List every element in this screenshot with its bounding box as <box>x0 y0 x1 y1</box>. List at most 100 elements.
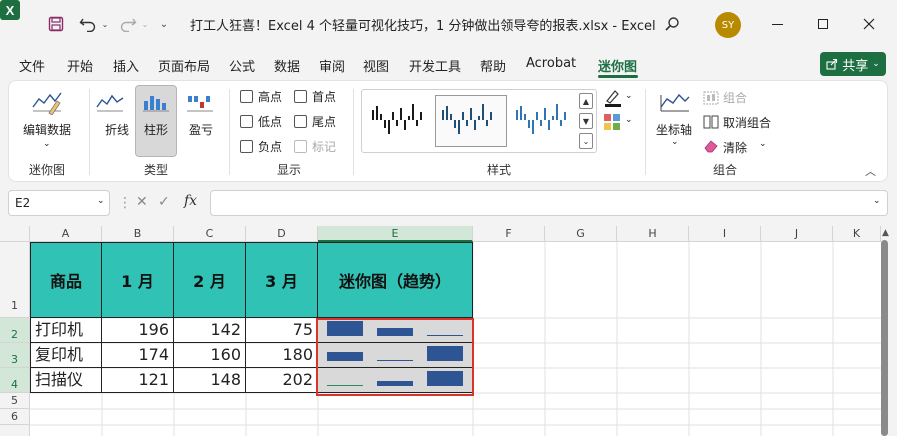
gallery-down-button[interactable]: ▼ <box>579 113 593 129</box>
cell-value[interactable]: 160 <box>174 343 246 368</box>
tab-sparkline[interactable]: 迷你图 <box>598 56 637 75</box>
ungroup-button[interactable]: 取消组合 <box>723 114 771 131</box>
undo-dropdown-icon[interactable]: ⌄ <box>98 12 112 36</box>
tab-insert[interactable]: 插入 <box>113 56 139 75</box>
tab-page-layout[interactable]: 页面布局 <box>158 56 210 75</box>
column-header[interactable]: H <box>617 226 689 242</box>
cell-product[interactable]: 打印机 <box>30 318 102 343</box>
cancel-formula-icon[interactable]: ✕ <box>136 194 148 210</box>
winloss-type-button[interactable]: 盈亏 <box>189 121 213 138</box>
tab-help[interactable]: 帮助 <box>480 56 506 75</box>
redo-dropdown-icon[interactable]: ⌄ <box>138 12 152 36</box>
tab-home[interactable]: 开始 <box>67 56 93 75</box>
formula-input[interactable]: ⌄ <box>210 190 888 216</box>
save-icon[interactable] <box>44 12 68 36</box>
cell-value[interactable]: 196 <box>102 318 174 343</box>
tab-formulas[interactable]: 公式 <box>229 56 255 75</box>
clear-button[interactable]: 清除 <box>723 139 747 156</box>
collapse-ribbon-icon[interactable]: ︿ <box>865 163 876 179</box>
column-header[interactable]: C <box>174 226 246 242</box>
style-option-2[interactable] <box>435 95 507 147</box>
type-group-label: 类型 <box>144 163 169 177</box>
marker-color-button[interactable]: ⌄ <box>603 113 637 133</box>
select-all-corner[interactable] <box>0 226 30 242</box>
tab-review[interactable]: 审阅 <box>319 56 345 75</box>
cell-product[interactable]: 扫描仪 <box>30 368 102 393</box>
column-header[interactable]: K <box>833 226 881 242</box>
chevron-down-icon[interactable]: ⌄ <box>759 139 767 149</box>
row-header-selected[interactable]: 2 <box>0 318 30 343</box>
header-cell-product[interactable]: 商品 <box>30 242 102 318</box>
header-cell-month1[interactable]: 1 月 <box>102 242 174 318</box>
column-header[interactable]: J <box>761 226 833 242</box>
header-cell-month3[interactable]: 3 月 <box>246 242 318 318</box>
column-header[interactable]: A <box>30 226 102 242</box>
search-icon[interactable] <box>660 12 684 36</box>
share-button[interactable]: 共享 ⌄ <box>820 52 886 76</box>
customize-toolbar-icon[interactable]: ⌄ <box>156 12 172 36</box>
gallery-up-button[interactable]: ▲ <box>579 93 593 109</box>
column-header-selected[interactable]: E <box>318 226 473 242</box>
divider <box>645 89 646 175</box>
column-header[interactable]: I <box>689 226 761 242</box>
maximize-button[interactable] <box>808 10 838 38</box>
tab-data[interactable]: 数据 <box>274 56 300 75</box>
group-button[interactable]: 组合 <box>723 89 747 106</box>
last-point-checkbox[interactable] <box>294 115 307 128</box>
cell-value[interactable]: 148 <box>174 368 246 393</box>
name-box[interactable]: E2 ⌄ <box>8 190 110 216</box>
header-cell-sparkline[interactable]: 迷你图（趋势） <box>318 242 473 318</box>
cell-product[interactable]: 复印机 <box>30 343 102 368</box>
expand-formula-icon[interactable]: ⌄ <box>873 196 881 206</box>
markers-checkbox[interactable] <box>294 140 307 153</box>
name-box-value: E2 <box>15 196 31 210</box>
header-cell-month2[interactable]: 2 月 <box>174 242 246 318</box>
cell-value[interactable]: 142 <box>174 318 246 343</box>
worksheet-grid[interactable]: A B C D E F G H I J K 1 2 3 4 5 6 商品 1 月… <box>0 226 897 436</box>
cell-value[interactable]: 75 <box>246 318 318 343</box>
row-header[interactable]: 5 <box>0 393 30 409</box>
confirm-formula-icon[interactable]: ✓ <box>158 194 170 210</box>
cell-value[interactable]: 174 <box>102 343 174 368</box>
style-option-1[interactable] <box>365 95 435 147</box>
tab-acrobat[interactable]: Acrobat <box>526 56 576 71</box>
column-header[interactable]: G <box>545 226 617 242</box>
column-header[interactable]: B <box>102 226 174 242</box>
cell-value[interactable]: 202 <box>246 368 318 393</box>
sparkline-color-button[interactable]: ⌄ <box>603 89 637 109</box>
tab-developer[interactable]: 开发工具 <box>409 56 461 75</box>
row-header[interactable] <box>0 425 30 436</box>
row-header[interactable]: 6 <box>0 409 30 425</box>
edit-data-button[interactable]: 编辑数据 <box>23 121 71 138</box>
undo-icon[interactable] <box>76 12 100 36</box>
cell-value[interactable]: 180 <box>246 343 318 368</box>
minimize-button[interactable] <box>762 10 792 38</box>
scroll-up-icon[interactable]: ▲ <box>882 228 889 238</box>
column-header[interactable]: F <box>473 226 545 242</box>
column-header[interactable]: D <box>246 226 318 242</box>
negative-point-checkbox[interactable] <box>240 140 253 153</box>
line-type-button[interactable]: 折线 <box>105 121 129 138</box>
ribbon: 编辑数据 ⌄ 迷你图 折线 柱形 盈亏 类型 高点 首点 低点 尾点 负点 标记 <box>8 80 888 182</box>
chevron-down-icon[interactable]: ⌄ <box>43 139 51 149</box>
chevron-down-icon[interactable]: ⌄ <box>671 137 679 147</box>
insert-function-button[interactable]: fx <box>184 193 197 209</box>
high-point-checkbox[interactable] <box>240 90 253 103</box>
scrollbar-thumb[interactable] <box>881 240 888 436</box>
axis-button[interactable]: 坐标轴 <box>656 121 692 138</box>
style-option-3[interactable] <box>509 95 577 147</box>
cell-value[interactable]: 121 <box>102 368 174 393</box>
first-point-checkbox[interactable] <box>294 90 307 103</box>
gallery-more-button[interactable]: ⌄ <box>579 133 593 149</box>
edit-data-icon <box>31 89 63 118</box>
row-header-selected[interactable]: 3 <box>0 343 30 368</box>
avatar[interactable]: SY <box>715 12 741 38</box>
close-button[interactable] <box>854 10 884 38</box>
row-header-selected[interactable]: 4 <box>0 368 30 393</box>
column-type-button[interactable]: 柱形 <box>144 121 168 138</box>
redo-icon[interactable] <box>116 12 140 36</box>
tab-file[interactable]: 文件 <box>19 56 45 75</box>
row-header[interactable]: 1 <box>0 242 30 318</box>
low-point-checkbox[interactable] <box>240 115 253 128</box>
tab-view[interactable]: 视图 <box>363 56 389 75</box>
